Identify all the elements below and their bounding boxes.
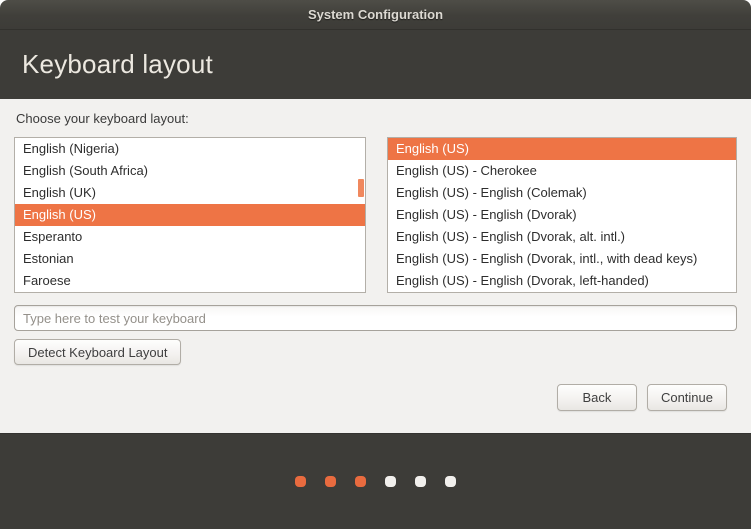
list-item[interactable]: English (US) - English (Dvorak, left-han…: [388, 270, 736, 292]
keyboard-variant-list[interactable]: English (US)English (US) - CherokeeEngli…: [387, 137, 737, 293]
detect-keyboard-layout-button[interactable]: Detect Keyboard Layout: [14, 339, 181, 365]
page-title: Keyboard layout: [22, 49, 213, 80]
list-item[interactable]: English (US) - Cherokee: [388, 160, 736, 182]
keyboard-layout-list[interactable]: English (Nigeria)English (South Africa)E…: [14, 137, 366, 293]
progress-dot: [325, 476, 336, 487]
page-header: Keyboard layout: [0, 30, 751, 99]
progress-dot: [385, 476, 396, 487]
list-item[interactable]: English (US) - English (Dvorak): [388, 204, 736, 226]
titlebar: System Configuration: [0, 0, 751, 30]
content-area: Choose your keyboard layout: English (Ni…: [0, 99, 751, 433]
list-item[interactable]: English (US) - English (Dvorak, alt. int…: [388, 226, 736, 248]
list-item[interactable]: English (Nigeria): [15, 138, 365, 160]
list-item[interactable]: English (South Africa): [15, 160, 365, 182]
list-item[interactable]: English (UK): [15, 182, 365, 204]
scrollbar-thumb[interactable]: [358, 179, 364, 197]
layout-lists: English (Nigeria)English (South Africa)E…: [14, 137, 737, 293]
progress-dot: [445, 476, 456, 487]
progress-dot: [355, 476, 366, 487]
list-item[interactable]: Esperanto: [15, 226, 365, 248]
keyboard-test-input[interactable]: [14, 305, 737, 331]
progress-dot: [295, 476, 306, 487]
progress-dot: [415, 476, 426, 487]
continue-button[interactable]: Continue: [647, 384, 727, 411]
choose-layout-label: Choose your keyboard layout:: [16, 111, 737, 126]
list-item[interactable]: Estonian: [15, 248, 365, 270]
list-item[interactable]: English (US): [15, 204, 365, 226]
list-item[interactable]: Faroese: [15, 270, 365, 292]
navigation-buttons: Back Continue: [557, 384, 727, 411]
list-item[interactable]: English (US): [388, 138, 736, 160]
installer-window: System Configuration Keyboard layout Cho…: [0, 0, 751, 529]
progress-bar: [0, 433, 751, 529]
window-title: System Configuration: [308, 7, 443, 22]
list-item[interactable]: English (US) - English (Colemak): [388, 182, 736, 204]
list-item[interactable]: English (US) - English (Dvorak, intl., w…: [388, 248, 736, 270]
back-button[interactable]: Back: [557, 384, 637, 411]
